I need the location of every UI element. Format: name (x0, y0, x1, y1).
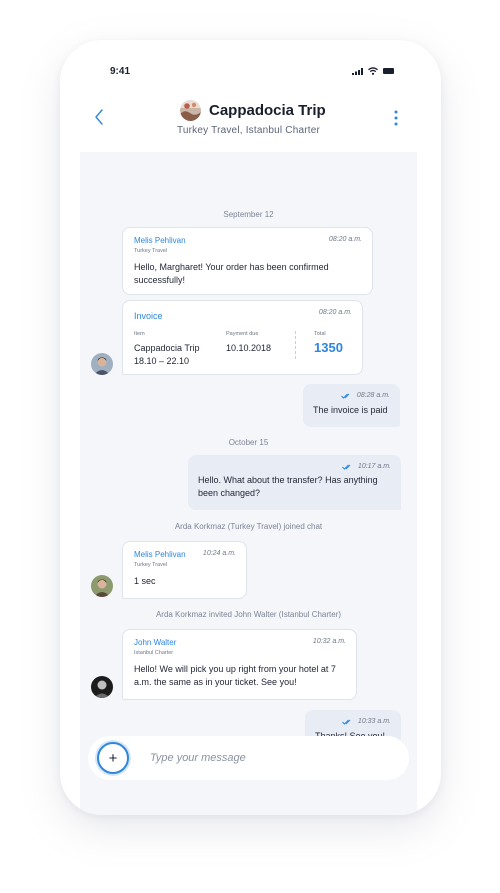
message-outgoing[interactable]: 10:17 a.m. Hello. What about the transfe… (188, 455, 401, 510)
double-check-icon (342, 719, 351, 725)
status-time: 9:41 (110, 66, 131, 77)
more-menu-button[interactable] (393, 109, 399, 127)
chat-title: Cappadocia Trip (209, 102, 326, 119)
invoice-item-line1: Cappadocia Trip (134, 343, 200, 353)
message-meta: 10:33 a.m. (315, 718, 391, 725)
message-time: 08:20 a.m. (328, 236, 362, 243)
chat-screen: 9:41 Cappadocia Trip Turkey Travel, Ista… (80, 40, 417, 815)
message-text: The invoice is paid (313, 405, 388, 415)
avatar-melis[interactable] (91, 575, 113, 597)
message-time: 10:33 a.m. (357, 718, 391, 725)
invoice-card[interactable]: Invoice 08:20 a.m. Item Cappadocia Trip … (122, 300, 363, 375)
message-meta: 08:28 a.m. (313, 392, 390, 399)
message-text: Hello! We will pick you up right from yo… (134, 664, 336, 687)
chat-title-group: Cappadocia Trip (180, 100, 326, 121)
system-message: Arda Korkmaz invited John Walter (Istanb… (155, 610, 342, 619)
invoice-total-value: 1350 (314, 340, 343, 355)
message-incoming[interactable]: Melis Pehlivan Turkey Travel 10:24 a.m. … (122, 541, 247, 599)
message-text: 1 sec (134, 576, 156, 586)
message-time: 10:24 a.m. (202, 550, 236, 557)
back-button[interactable] (92, 107, 108, 127)
invoice-divider (295, 331, 296, 359)
message-text: Hello. What about the transfer? Has anyt… (198, 475, 378, 498)
signal-icon (352, 67, 363, 75)
chat-subtitle: Turkey Travel, Istanbul Charter (176, 125, 321, 136)
battery-icon (383, 68, 394, 74)
phone-frame: 9:41 Cappadocia Trip Turkey Travel, Ista… (60, 40, 441, 815)
message-incoming[interactable]: John Walter Istanbul Charter 10:32 a.m. … (122, 629, 357, 700)
avatar-john[interactable] (91, 676, 113, 698)
double-check-icon (342, 464, 351, 470)
invoice-due-value: 10.10.2018 (226, 343, 272, 353)
double-check-icon (341, 393, 350, 399)
message-time: 08:28 a.m. (356, 392, 390, 399)
invoice-due-col: Payment due 10.10.2018 (226, 331, 271, 355)
invoice-item-head: Item (134, 331, 145, 337)
message-input[interactable] (150, 748, 390, 768)
invoice-item-col: Item Cappadocia Trip 18.10 – 22.10 (134, 331, 200, 368)
message-incoming[interactable]: Melis Pehlivan Turkey Travel 08:20 a.m. … (122, 227, 373, 295)
message-text: Hello, Margharet! Your order has been co… (134, 262, 329, 285)
system-message: Arda Korkmaz (Turkey Travel) joined chat (174, 522, 323, 531)
avatar-melis[interactable] (91, 353, 113, 375)
status-bar: 9:41 (80, 66, 417, 80)
message-time: 10:17 a.m. (357, 463, 391, 470)
wifi-icon (368, 67, 378, 75)
chat-header: Cappadocia Trip Turkey Travel, Istanbul … (80, 92, 417, 152)
plus-icon: + (108, 749, 118, 767)
message-meta: 10:17 a.m. (198, 463, 391, 470)
invoice-item-line2: 18.10 – 22.10 (134, 356, 190, 366)
sender-company: Istanbul Charter (134, 650, 174, 656)
message-composer: + (88, 736, 409, 780)
add-attachment-button[interactable]: + (97, 742, 129, 774)
message-list[interactable]: September 12 Melis Pehlivan Turkey Trave… (80, 152, 417, 815)
sender-company: Turkey Travel (134, 248, 168, 254)
invoice-time: 08:20 a.m. (318, 309, 352, 316)
invoice-due-head: Payment due (226, 331, 259, 337)
sender-name: Melis Pehlivan (134, 236, 186, 245)
sender-company: Turkey Travel (134, 562, 168, 568)
more-vertical-icon (394, 110, 398, 126)
message-time: 10:32 a.m. (312, 638, 346, 645)
group-avatar[interactable] (180, 100, 201, 121)
message-outgoing[interactable]: 08:28 a.m. The invoice is paid (303, 384, 400, 427)
status-icons (352, 67, 395, 75)
date-separator: October 15 (228, 438, 269, 447)
invoice-total-col: Total 1350 (314, 331, 343, 355)
date-separator: September 12 (223, 210, 274, 219)
invoice-total-head: Total (314, 331, 326, 337)
chevron-left-icon (95, 109, 103, 125)
